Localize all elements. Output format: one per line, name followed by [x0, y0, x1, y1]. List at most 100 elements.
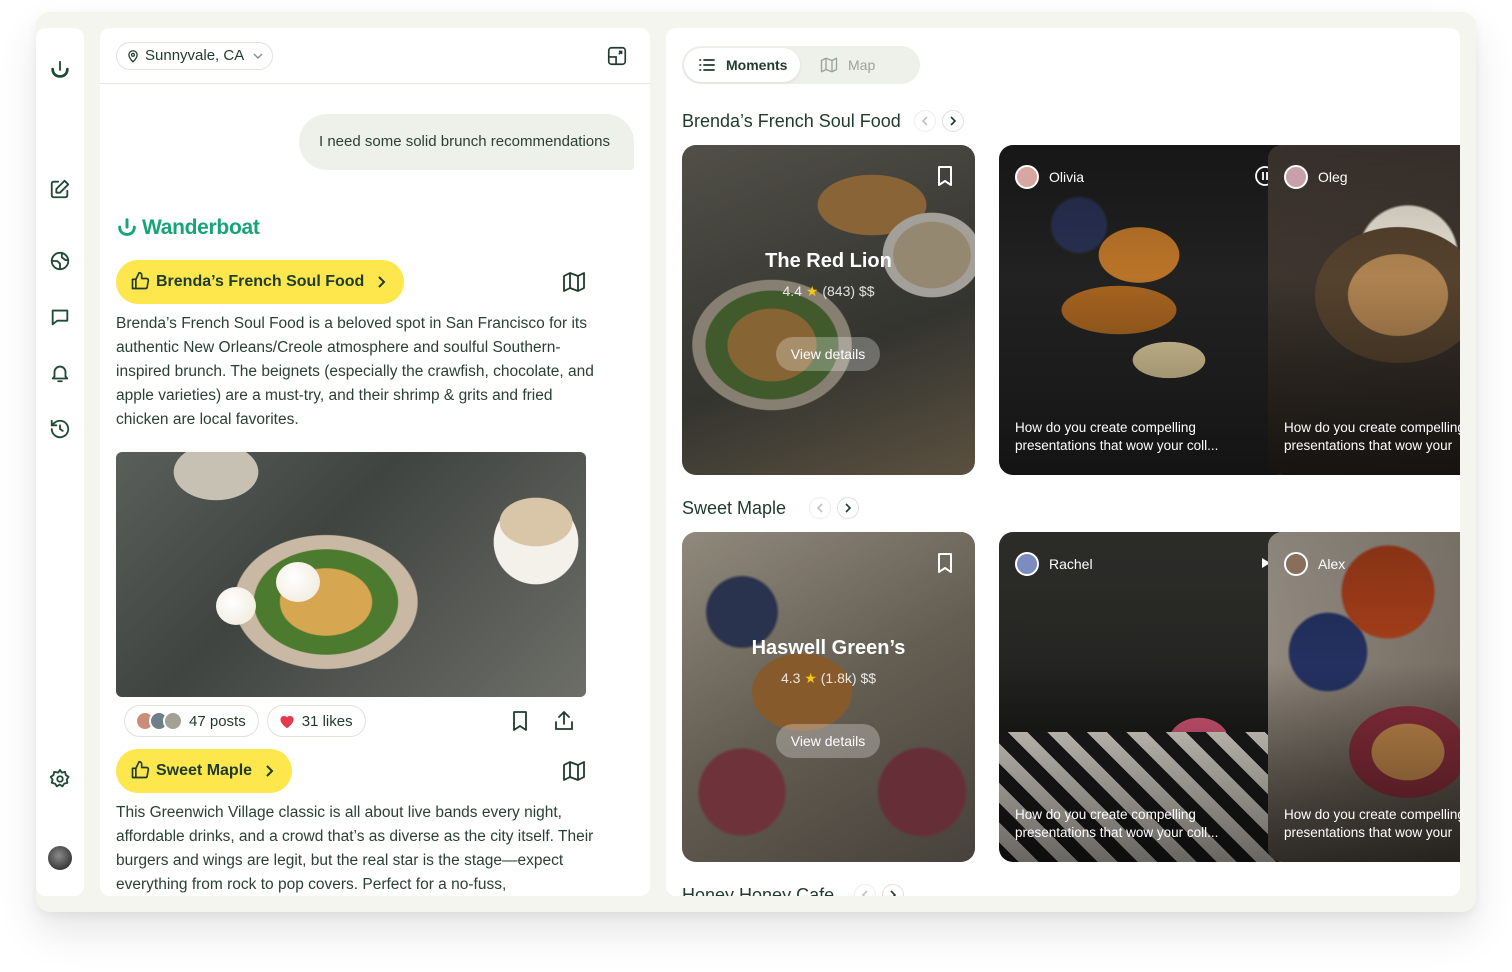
map-icon[interactable] [562, 270, 586, 294]
restaurant-rating: 4.3 ★ (1.8k) $$ [682, 670, 975, 687]
wanderboat-logo-icon [118, 218, 136, 236]
section-title: Brenda’s French Soul Food [682, 111, 901, 131]
recommendation-name: Sweet Maple [156, 762, 253, 779]
food-photo[interactable] [116, 452, 586, 697]
author-name: Alex [1318, 556, 1346, 572]
post-stats: 47 posts 31 likes [124, 705, 366, 737]
star-icon: ★ [805, 283, 819, 299]
restaurant-card[interactable]: The Red Lion 4.4 ★ (843) $$ View details [682, 145, 975, 475]
share-icon[interactable] [552, 709, 576, 733]
settings-icon[interactable] [48, 767, 72, 791]
map-icon [820, 57, 838, 73]
caption-line: presentations that wow your coll... [1015, 438, 1219, 453]
location-label: Sunnyvale, CA [145, 47, 245, 64]
caption-line: How do you create compelling [1284, 420, 1460, 435]
author-name: Olivia [1049, 169, 1085, 185]
new-chat-icon[interactable] [48, 177, 72, 201]
user-avatar [1284, 552, 1308, 576]
caption-line: How do you create compelling [1015, 420, 1196, 435]
bookmark-icon[interactable] [508, 709, 532, 733]
review-count: (843) [822, 283, 856, 299]
caption-line: How do you create compelling [1015, 807, 1196, 822]
heart-icon [280, 715, 294, 729]
tab-map[interactable]: Map [806, 48, 916, 82]
map-icon[interactable] [562, 759, 586, 783]
caption-line: How do you create compelling [1284, 807, 1460, 822]
post-card[interactable]: Rachel How do you create compelling pres… [999, 532, 1292, 862]
tab-moments-label: Moments [726, 57, 788, 73]
chevron-down-icon [253, 53, 263, 59]
tab-moments[interactable]: Moments [684, 48, 800, 82]
review-count: (1.8k) [820, 670, 857, 686]
posts-count: 47 posts [189, 712, 246, 730]
avatar[interactable] [48, 846, 72, 870]
likes-count: 31 likes [301, 712, 353, 730]
post-author: Rachel [1015, 552, 1093, 576]
chevron-left-icon [816, 503, 823, 513]
rating-value: 4.3 [780, 670, 801, 686]
expand-icon[interactable] [606, 45, 628, 67]
likes-chip[interactable]: 31 likes [266, 705, 366, 737]
assistant-brand: Wanderboat [116, 214, 260, 242]
author-name: Oleg [1318, 169, 1348, 185]
location-pin-icon [128, 50, 138, 63]
brand-name: Wanderboat [142, 216, 260, 239]
logo-icon[interactable] [48, 58, 72, 82]
recommendation-button-2[interactable]: Sweet Maple [116, 749, 293, 793]
post-card[interactable]: Olivia How do you create compelling pres… [999, 145, 1292, 475]
next-button[interactable] [837, 497, 859, 519]
author-name: Rachel [1049, 556, 1093, 572]
thumbs-up-icon [131, 271, 150, 290]
history-icon[interactable] [48, 417, 72, 441]
next-button[interactable] [882, 884, 904, 896]
restaurant-name: Haswell Green’s [751, 637, 906, 659]
next-button[interactable] [942, 110, 964, 132]
thumbs-up-icon [131, 760, 150, 779]
price-level: $$ [860, 670, 877, 686]
view-details-button[interactable]: View details [776, 724, 880, 758]
chevron-right-icon [845, 503, 852, 513]
post-card[interactable]: Alex How do you create compelling presen… [1268, 532, 1460, 862]
restaurant-name: The Red Lion [765, 250, 892, 272]
location-selector[interactable]: Sunnyvale, CA [116, 42, 274, 70]
bookmark-icon[interactable] [935, 165, 955, 187]
user-avatar [1284, 165, 1308, 189]
caption-line: presentations that wow your coll... [1015, 825, 1219, 840]
bookmark-icon[interactable] [935, 552, 955, 574]
post-card[interactable]: Oleg How do you create compelling presen… [1268, 145, 1460, 475]
tab-map-label: Map [848, 57, 876, 73]
chevron-right-icon [266, 765, 274, 777]
moments-panel: Moments Map Brenda’s French Soul Food Th… [666, 28, 1460, 896]
bell-icon[interactable] [48, 361, 72, 385]
explore-icon[interactable] [48, 249, 72, 273]
rating-value: 4.4 [782, 283, 802, 299]
app-window: Sunnyvale, CA I need some solid brunch r… [36, 12, 1476, 912]
recommendation-description: This Greenwich Village classic is all ab… [116, 804, 594, 893]
recommendation-description: Brenda’s French Soul Food is a beloved s… [116, 315, 594, 428]
chevron-left-icon [861, 890, 868, 896]
view-details-button[interactable]: View details [776, 337, 880, 371]
recommendation-name: Brenda’s French Soul Food [156, 273, 365, 290]
prev-button[interactable] [914, 110, 936, 132]
user-avatar [1015, 552, 1039, 576]
user-avatar [1015, 165, 1039, 189]
caption-line: presentations that wow your [1284, 825, 1453, 840]
chat-panel: Sunnyvale, CA I need some solid brunch r… [100, 28, 650, 896]
posts-count-chip[interactable]: 47 posts [124, 705, 259, 737]
list-icon [699, 59, 715, 71]
restaurant-card[interactable]: Haswell Green’s 4.3 ★ (1.8k) $$ View det… [682, 532, 975, 862]
chevron-right-icon [378, 276, 386, 288]
user-message-bubble: I need some solid brunch recommendations [299, 114, 634, 170]
section-title: Honey Honey Cafe [682, 885, 835, 896]
recommendation-button-1[interactable]: Brenda’s French Soul Food [116, 260, 405, 304]
poster-avatars [135, 711, 183, 731]
caption-line: presentations that wow your [1284, 438, 1453, 453]
chat-header: Sunnyvale, CA [100, 28, 650, 84]
sidebar-rail [36, 28, 84, 896]
prev-button[interactable] [854, 884, 876, 896]
prev-button[interactable] [809, 497, 831, 519]
section-title: Sweet Maple [682, 498, 787, 518]
chat-icon[interactable] [48, 305, 72, 329]
star-icon: ★ [804, 670, 817, 686]
chevron-left-icon [921, 116, 928, 126]
